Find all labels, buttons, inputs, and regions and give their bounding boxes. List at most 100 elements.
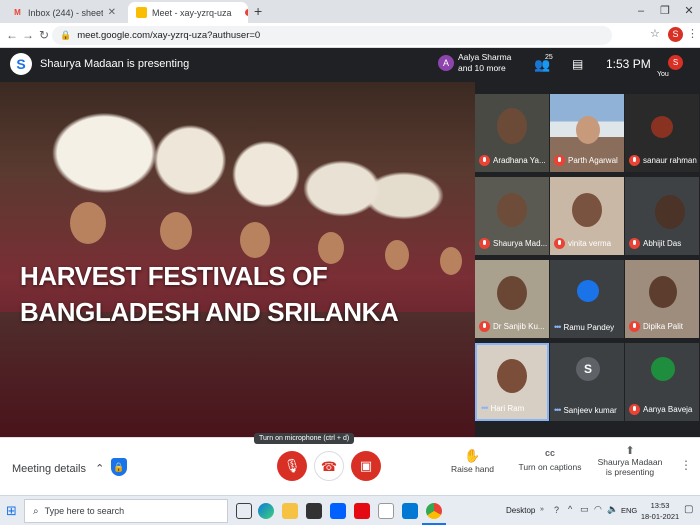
tray-expand-icon[interactable]: » [540, 506, 544, 513]
netflix-icon[interactable] [354, 503, 370, 519]
participant-tile[interactable]: Aradhana Ya... [475, 94, 549, 172]
captions-label: Turn on captions [518, 462, 582, 472]
camera-off-icon: ▣ [359, 458, 373, 473]
participant-photo-avatar [651, 357, 675, 381]
presenting-label-1: Shaurya Madaan [597, 457, 663, 467]
participant-name: Dr Sanjib Ku... [493, 322, 545, 331]
speaking-indicator-icon: ••• [554, 405, 562, 415]
desktop-toolbar[interactable]: Desktop [506, 506, 535, 515]
captions-icon: cc [544, 448, 555, 458]
language-indicator[interactable]: ENG [621, 506, 637, 515]
photo-detail [160, 212, 192, 250]
network-icon[interactable]: ▭ [580, 504, 589, 515]
raise-hand-button[interactable]: ✋ Raise hand [445, 448, 500, 474]
chrome-icon[interactable] [426, 503, 442, 519]
file-explorer-icon[interactable] [282, 503, 298, 519]
participant-preview[interactable]: Aalya Sharma and 10 more [458, 52, 511, 74]
new-tab-button[interactable]: + [254, 3, 262, 19]
close-icon[interactable]: ✕ [108, 7, 116, 18]
participant-initial-avatar: S [576, 357, 600, 381]
participant-tile[interactable]: Abhijit Das [625, 177, 699, 255]
participant-name: Hari Ram [490, 403, 525, 413]
search-icon: ⌕ [33, 505, 39, 517]
participant-name: Aanya Baveja [643, 405, 693, 414]
mic-off-icon [479, 238, 490, 249]
participant-photo-avatar [577, 280, 599, 302]
windows-start-icon[interactable]: ⊞ [6, 503, 17, 519]
more-options-icon[interactable]: ⋮ [680, 458, 692, 472]
present-screen-icon: ⬆ [625, 445, 635, 457]
tab-gmail[interactable]: M Inbox (244) - sheetal@theindiane ✕ [4, 2, 124, 23]
participant-preview-name: Aalya Sharma [458, 52, 512, 62]
speaking-indicator-icon: ••• [481, 403, 489, 413]
mic-off-icon [479, 321, 490, 332]
mic-off-icon [479, 155, 490, 166]
participant-name: Parth Agarwal [568, 156, 618, 165]
video-feed [655, 195, 685, 229]
volume-icon[interactable]: 🔈 [607, 504, 618, 515]
mic-off-icon [629, 155, 640, 166]
mic-off-icon [629, 404, 640, 415]
app-icon[interactable] [378, 503, 394, 519]
captions-button[interactable]: cc Turn on captions [515, 448, 585, 472]
participant-tile[interactable]: vinita verma [550, 177, 624, 255]
reload-icon[interactable]: ↻ [36, 27, 52, 43]
participant-tile[interactable]: sanaur rahman [625, 94, 699, 172]
taskbar-clock[interactable]: 13:53 18-01-2021 [640, 500, 680, 522]
clock-time: 13:53 [650, 501, 670, 510]
clock-date: 18-01-2021 [640, 512, 680, 521]
participant-avatar: A [438, 55, 454, 71]
url-bar[interactable]: 🔒 meet.google.com/xay-yzrq-uza?authuser=… [52, 26, 612, 45]
profile-avatar[interactable]: S [668, 27, 683, 42]
help-icon[interactable]: ? [554, 505, 559, 515]
participant-tile[interactable]: Aanya Baveja [625, 343, 699, 421]
participant-name: Sanjeev kumar [563, 405, 617, 415]
chevron-up-icon[interactable]: ^ [568, 504, 572, 514]
browser-menu-icon[interactable]: ⋮ [687, 27, 698, 40]
task-view-icon[interactable] [236, 503, 252, 519]
minimize-icon[interactable]: – [630, 2, 652, 20]
maximize-icon[interactable]: ❐ [654, 2, 676, 20]
participant-name: Ramu Pandey [563, 322, 615, 332]
edge-icon[interactable] [258, 503, 274, 519]
window-close-icon[interactable]: ✕ [678, 2, 700, 20]
participant-name: vinita verma [568, 239, 612, 248]
mail-icon[interactable] [402, 503, 418, 519]
speaking-indicator-icon: ••• [554, 322, 562, 332]
participant-tile[interactable]: Shaurya Mad... [475, 177, 549, 255]
presenter-avatar: S [10, 53, 32, 75]
store-icon[interactable] [306, 503, 322, 519]
lock-icon: 🔒 [60, 30, 72, 40]
participant-tile[interactable]: S ••• Sanjeev kumar [550, 343, 624, 421]
wifi-icon[interactable]: ◠ [594, 504, 602, 515]
slide-title: HARVEST FESTIVALS OF BANGLADESH AND SRIL… [20, 261, 399, 327]
tab-meet[interactable]: Meet - xay-yzrq-uza ✕ [128, 2, 248, 23]
tab-title: Meet - xay-yzrq-uza [152, 7, 232, 18]
taskbar-search-box[interactable]: ⌕ Type here to search [24, 499, 228, 523]
presenting-button[interactable]: ⬆ Shaurya Madaan is presenting [595, 444, 665, 477]
chat-icon[interactable]: ▤ [572, 57, 583, 71]
dropbox-icon[interactable] [330, 503, 346, 519]
participant-tile[interactable]: ••• Ramu Pandey [550, 260, 624, 338]
meeting-details-button[interactable]: Meeting details ⌃ [12, 462, 104, 475]
back-icon[interactable]: ← [4, 27, 20, 43]
meeting-time: 1:53 PM [606, 57, 651, 71]
notifications-icon[interactable]: ▢ [684, 504, 693, 515]
meet-icon [136, 7, 147, 18]
participant-tile[interactable]: ••• Hari Ram [475, 343, 549, 421]
microphone-button[interactable]: 🎙 [277, 451, 307, 481]
camera-button[interactable]: ▣ [351, 451, 381, 481]
participant-tile[interactable]: Dipika Palit [625, 260, 699, 338]
self-label: You [657, 71, 669, 78]
participant-tile[interactable]: Dr Sanjib Ku... [475, 260, 549, 338]
shield-icon[interactable]: 🔒 [111, 458, 127, 476]
leave-call-button[interactable]: ☎ [314, 451, 344, 481]
participant-tile[interactable]: Parth Agarwal [550, 94, 624, 172]
presenting-text: Shaurya Madaan is presenting [40, 58, 190, 70]
forward-icon[interactable]: → [20, 27, 36, 43]
star-icon[interactable]: ☆ [650, 27, 660, 40]
video-feed [497, 108, 527, 144]
participant-name: Abhijit Das [643, 239, 682, 248]
participant-name: sanaur rahman [643, 156, 697, 165]
address-bar-row: ← → ↻ 🔒 meet.google.com/xay-yzrq-uza?aut… [0, 23, 700, 48]
